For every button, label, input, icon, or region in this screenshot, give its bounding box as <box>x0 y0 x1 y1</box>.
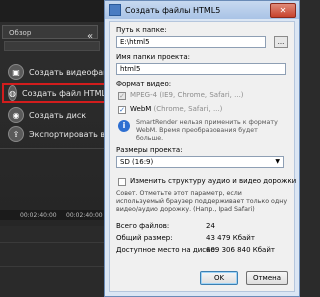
folder-path-field[interactable]: E:\html5 <box>116 36 266 48</box>
project-size-select[interactable]: SD (16:9) ▼ <box>116 156 284 168</box>
free-space-label: Доступное место на диске: <box>116 246 218 254</box>
dialog-title: Создать файлы HTML5 <box>125 5 221 15</box>
export-icon: ⇪ <box>8 126 24 142</box>
project-folder-field[interactable]: html5 <box>116 63 286 75</box>
panel-toolbar <box>4 41 100 51</box>
disc-icon: ◉ <box>8 107 24 123</box>
format-name: MPEG-4 <box>130 91 158 99</box>
cancel-button[interactable]: Отмена <box>246 271 288 285</box>
chevron-down-icon: ▼ <box>275 158 280 165</box>
format-hint: (Chrome, Safari, ...) <box>153 105 223 113</box>
video-format-label: Формат видео: <box>116 80 172 88</box>
dialog-body: Путь к папке: E:\html5 ... Имя папки про… <box>109 21 297 292</box>
resize-tracks-label: Изменить структуру аудио и видео дорожки <box>130 177 297 185</box>
window-icon <box>109 4 121 16</box>
menu-item-label: Создать файл HTML5 <box>21 88 112 98</box>
menu-create-html5-file[interactable]: ◍ Создать файл HTML5 <box>2 83 111 103</box>
project-folder-label: Имя папки проекта: <box>116 53 190 61</box>
ok-button[interactable]: OK <box>200 271 238 285</box>
timeline-timecode: 00:02:40:00 <box>20 212 57 219</box>
menu-item-label: Создать диск <box>29 110 87 120</box>
timeline-timecode: 00:02:40:00 <box>66 212 103 219</box>
total-size-label: Общий размер: <box>116 234 173 242</box>
folder-path-label: Путь к папке: <box>116 26 167 34</box>
create-html5-dialog: Создать файлы HTML5 ✕ Путь к папке: E:\h… <box>104 0 300 297</box>
total-files-value: 24 <box>206 222 215 230</box>
webm-label: WebM (Chrome, Safari, ...) <box>130 105 222 113</box>
close-button[interactable]: ✕ <box>270 3 296 18</box>
format-hint: (IE9, Chrome, Safari, ...) <box>159 91 244 99</box>
tab-review[interactable]: Обзор <box>2 25 98 39</box>
total-files-label: Всего файлов: <box>116 222 170 230</box>
webm-checkbox[interactable]: ✓ <box>118 106 126 114</box>
resize-tracks-checkbox[interactable] <box>118 178 126 186</box>
project-size-label: Размеры проекта: <box>116 146 183 154</box>
smartrender-note: SmartRender нельзя применить к формату W… <box>136 119 278 142</box>
free-space-value: 609 306 840 Кбайт <box>206 246 275 254</box>
film-icon: ▣ <box>8 64 24 80</box>
tip-text: Совет. Отметьте этот параметр, если испо… <box>116 190 288 213</box>
format-name: WebM <box>130 105 152 113</box>
info-icon: i <box>118 120 130 132</box>
menu-item-label: Создать видеофайл <box>29 67 114 77</box>
project-size-value: SD (16:9) <box>120 158 154 166</box>
total-size-value: 43 479 Кбайт <box>206 234 255 242</box>
divider <box>0 148 110 149</box>
browse-button[interactable]: ... <box>274 36 288 48</box>
mpeg4-checkbox[interactable]: ✓ <box>118 92 126 100</box>
mpeg4-label: MPEG-4 (IE9, Chrome, Safari, ...) <box>130 91 244 99</box>
html5-globe-icon: ◍ <box>8 85 17 101</box>
